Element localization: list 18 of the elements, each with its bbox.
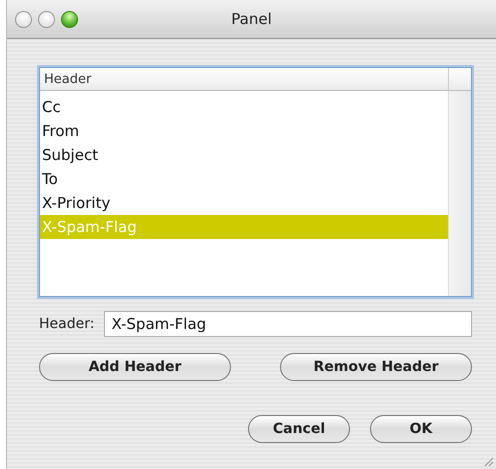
list-button[interactable]: Remove Header	[280, 353, 472, 381]
scrollbar[interactable]	[448, 91, 471, 296]
window-title: Panel	[231, 10, 272, 28]
dialog-button[interactable]: Cancel	[248, 415, 350, 443]
list-item[interactable]: To	[40, 167, 448, 191]
list-item[interactable]: X-Priority	[40, 191, 448, 215]
dialog-button[interactable]: OK	[370, 415, 472, 443]
window-button[interactable]	[15, 10, 32, 28]
list-button[interactable]: Add Header	[39, 353, 231, 381]
list-item[interactable]: From	[40, 119, 448, 143]
list-item[interactable]: Subject	[40, 143, 448, 167]
list-item[interactable]: Cc	[40, 95, 448, 119]
header-field[interactable]: X-Spam-Flag	[104, 311, 472, 337]
resize-grip-icon[interactable]	[482, 455, 494, 467]
window-button[interactable]	[38, 10, 55, 28]
zoom-button[interactable]	[61, 10, 78, 28]
column-header: Header	[40, 68, 471, 91]
field-label: Header:	[39, 316, 94, 332]
